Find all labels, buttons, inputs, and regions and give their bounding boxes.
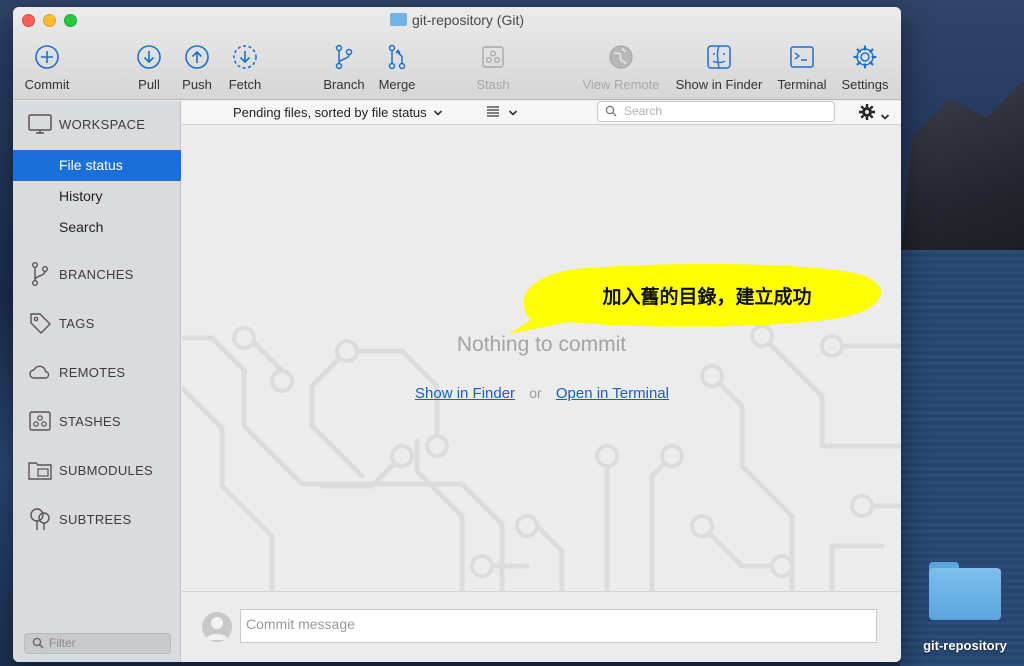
options-menu-button[interactable] [858, 103, 890, 124]
view-mode-dropdown[interactable] [486, 105, 518, 120]
finder-icon [707, 45, 731, 69]
fetch-label: Fetch [228, 77, 262, 92]
merge-icon [388, 44, 406, 70]
push-label: Push [182, 77, 212, 92]
folder-icon [389, 13, 407, 26]
tag-icon [27, 310, 53, 336]
show-in-finder-link[interactable]: Show in Finder [415, 385, 515, 402]
chevron-down-icon [434, 110, 443, 116]
window-title-text: git-repository (Git) [411, 12, 525, 28]
globe-icon [609, 45, 633, 69]
gear-icon [853, 45, 877, 69]
main-panel: Pending files, sorted by file status Sea… [182, 101, 901, 662]
sidebar-item-history[interactable]: History [13, 181, 181, 212]
stash-button[interactable]: Stash [472, 43, 514, 92]
show-in-finder-label: Show in Finder [675, 77, 763, 92]
sidebar-section-branches[interactable]: BRANCHES [27, 261, 134, 287]
list-icon [487, 106, 499, 117]
stash-icon [27, 408, 53, 434]
show-in-finder-button[interactable]: Show in Finder [671, 43, 767, 92]
sidebar-section-remotes[interactable]: REMOTES [27, 359, 125, 385]
arrow-down-circle-icon [137, 45, 161, 69]
empty-state-links: Show in Finder or Open in Terminal [415, 385, 669, 402]
workspace-label: WORKSPACE [59, 116, 146, 132]
search-icon [32, 637, 44, 649]
commit-button[interactable]: Commit [21, 43, 73, 92]
window-title: git-repository (Git) [13, 12, 901, 28]
empty-state-area: Nothing to commit Show in Finder or Open… [182, 126, 901, 591]
subtrees-label: SUBTREES [59, 511, 132, 527]
submodule-folder-icon [27, 457, 53, 483]
sidebar-filter-input[interactable]: Filter [24, 633, 171, 654]
sidebar-section-submodules[interactable]: SUBMODULES [27, 457, 153, 483]
user-icon [202, 612, 232, 642]
commit-message-input[interactable]: Commit message [240, 609, 877, 643]
filter-placeholder: Filter [49, 636, 76, 650]
view-remote-label: View Remote [582, 77, 660, 92]
stashes-label: STASHES [59, 413, 121, 429]
desktop-rock [900, 80, 1024, 270]
settings-button[interactable]: Settings [836, 43, 894, 92]
plus-circle-icon [35, 45, 59, 69]
pull-button[interactable]: Pull [129, 43, 169, 92]
sort-label: Pending files, sorted by file status [233, 105, 427, 120]
open-in-terminal-link[interactable]: Open in Terminal [556, 385, 669, 402]
commit-message-placeholder: Commit message [246, 616, 355, 632]
terminal-label: Terminal [777, 77, 827, 92]
monitor-icon [27, 111, 53, 137]
toolbar: git-repository (Git) Commit Pull Push Fe… [13, 7, 901, 100]
fetch-icon [233, 45, 257, 69]
sidebar-item-search[interactable]: Search [13, 212, 181, 243]
file-filter-bar: Pending files, sorted by file status Sea… [182, 101, 901, 125]
fetch-button[interactable]: Fetch [224, 43, 266, 92]
chevron-down-icon [880, 114, 889, 120]
sidebar-item-file-status[interactable]: File status [13, 150, 181, 181]
cloud-icon [27, 359, 53, 385]
branches-label: BRANCHES [59, 266, 134, 282]
chevron-down-icon [508, 110, 517, 116]
stash-icon [482, 46, 504, 68]
terminal-button[interactable]: Terminal [773, 43, 831, 92]
commit-bar: Commit message [182, 591, 901, 662]
search-placeholder: Search [624, 104, 663, 118]
annotation-callout: 加入舊的目錄，建立成功 [509, 262, 885, 340]
gear-icon [859, 104, 875, 120]
terminal-icon [790, 46, 814, 68]
view-remote-button[interactable]: View Remote [579, 43, 663, 92]
annotation-text: 加入舊的目錄，建立成功 [602, 287, 812, 308]
branch-button[interactable]: Branch [320, 43, 368, 92]
commit-label: Commit [24, 77, 70, 92]
or-separator: or [529, 385, 542, 401]
branch-icon [335, 44, 353, 70]
merge-label: Merge [378, 77, 416, 92]
remotes-label: REMOTES [59, 364, 126, 380]
file-search-input[interactable]: Search [597, 101, 835, 122]
desktop-folder-label: git-repository [923, 638, 1007, 653]
branch-icon [27, 261, 53, 287]
settings-label: Settings [841, 77, 889, 92]
sourcetree-window: git-repository (Git) Commit Pull Push Fe… [13, 7, 901, 662]
sidebar-section-stashes[interactable]: STASHES [27, 408, 121, 434]
stash-label: Stash [476, 77, 510, 92]
tree-icon [27, 506, 53, 532]
sidebar: WORKSPACE File status History Search BRA… [13, 101, 181, 662]
arrow-up-circle-icon [185, 45, 209, 69]
submodules-label: SUBMODULES [59, 462, 154, 478]
sidebar-section-workspace[interactable]: WORKSPACE [27, 111, 145, 137]
folder-icon [929, 562, 1001, 620]
push-button[interactable]: Push [177, 43, 217, 92]
desktop-folder[interactable]: git-repository [906, 560, 1024, 666]
circuit-background-pattern [182, 324, 901, 591]
branch-label: Branch [323, 77, 365, 92]
sidebar-section-subtrees[interactable]: SUBTREES [27, 506, 131, 532]
pull-label: Pull [138, 77, 160, 92]
search-icon [605, 105, 617, 117]
avatar [202, 612, 232, 642]
merge-button[interactable]: Merge [374, 43, 420, 92]
sort-dropdown[interactable]: Pending files, sorted by file status [233, 105, 443, 120]
tags-label: TAGS [59, 315, 95, 331]
sidebar-section-tags[interactable]: TAGS [27, 310, 95, 336]
